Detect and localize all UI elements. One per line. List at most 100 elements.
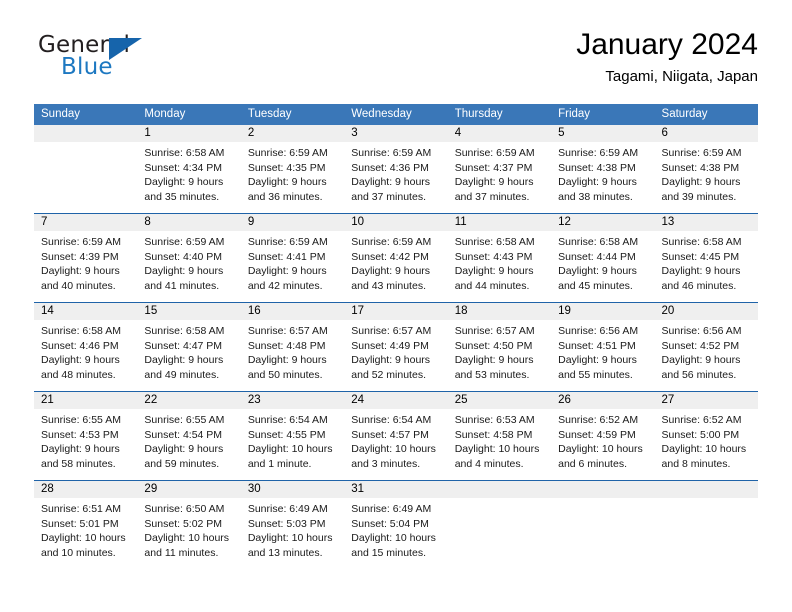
- daylight-text-line2: and 43 minutes.: [351, 279, 426, 292]
- daylight-text-line2: and 55 minutes.: [558, 368, 633, 381]
- sunrise-text: Sunrise: 6:57 AM: [351, 325, 432, 337]
- daylight-text-line2: and 15 minutes.: [351, 546, 426, 559]
- calendar-day-cell[interactable]: 17 Sunrise: 6:57 AM Sunset: 4:49 PM Dayligh…: [344, 302, 448, 392]
- daylight-text-line1: Daylight: 9 hours: [144, 443, 224, 455]
- sunrise-text: Sunrise: 6:51 AM: [41, 503, 121, 515]
- calendar-day-cell[interactable]: 14 Sunrise: 6:58 AM Sunset: 4:46 PM Dayligh…: [34, 302, 138, 392]
- calendar-week-row: 7 Sunrise: 6:59 AM Sunset: 4:39 PM Daylight…: [34, 213, 758, 303]
- sunset-text: Sunset: 4:53 PM: [41, 428, 119, 441]
- calendar-day-cell[interactable]: 11 Sunrise: 6:58 AM Sunset: 4:43 PM Dayligh…: [447, 213, 552, 303]
- calendar-day-cell[interactable]: 23 Sunrise: 6:54 AM Sunset: 4:55 PM Dayligh…: [240, 391, 345, 481]
- daylight-text-line1: Daylight: 9 hours: [351, 354, 431, 366]
- sunrise-text: Sunrise: 6:49 AM: [247, 503, 328, 515]
- sunrise-text: Sunrise: 6:59 AM: [351, 236, 432, 248]
- day-details: Sunrise: 6:59 AM Sunset: 4:40 PM Daylight:…: [137, 231, 240, 293]
- sunset-text: Sunset: 4:45 PM: [661, 250, 740, 263]
- day-details: Sunrise: 6:54 AM Sunset: 4:55 PM Daylight:…: [241, 409, 344, 471]
- day-number: 25: [447, 392, 552, 409]
- day-number: [654, 481, 758, 498]
- calendar-day-cell-empty: [551, 480, 655, 569]
- day-number: 10: [344, 214, 448, 231]
- day-number: 6: [654, 125, 758, 142]
- logo-text-blue: Blue: [61, 54, 113, 80]
- day-number: 18: [447, 303, 552, 320]
- calendar-day-cell[interactable]: 9 Sunrise: 6:59 AM Sunset: 4:41 PM Daylight…: [240, 213, 345, 303]
- calendar-week-row: 14 Sunrise: 6:58 AM Sunset: 4:46 PM Dayligh…: [34, 302, 758, 392]
- sunset-text: Sunset: 4:42 PM: [351, 250, 429, 263]
- day-cell-inner: 5 Sunrise: 6:59 AM Sunset: 4:38 PM Daylight…: [551, 125, 655, 213]
- daylight-text-line2: and 39 minutes.: [661, 190, 737, 203]
- weekday-header-sunday: Sunday: [34, 104, 138, 125]
- daylight-text-line1: Daylight: 9 hours: [661, 176, 741, 188]
- calendar-day-cell[interactable]: 15 Sunrise: 6:58 AM Sunset: 4:47 PM Dayligh…: [137, 302, 241, 392]
- weekday-header-monday: Monday: [137, 104, 241, 125]
- daylight-text-line2: and 52 minutes.: [351, 368, 426, 381]
- day-details: Sunrise: 6:56 AM Sunset: 4:51 PM Daylight:…: [551, 320, 654, 382]
- daylight-text-line1: Daylight: 9 hours: [454, 354, 534, 366]
- calendar-day-cell[interactable]: 31 Sunrise: 6:49 AM Sunset: 5:04 PM Dayligh…: [344, 480, 448, 569]
- sunset-text: Sunset: 5:03 PM: [247, 517, 326, 530]
- calendar-body: 1 Sunrise: 6:58 AM Sunset: 4:34 PM Daylight…: [34, 125, 758, 569]
- day-cell-inner: 15 Sunrise: 6:58 AM Sunset: 4:47 PM Dayligh…: [137, 303, 241, 391]
- sunrise-text: Sunrise: 6:56 AM: [558, 325, 639, 337]
- calendar-day-cell-empty: [654, 480, 758, 569]
- daylight-text-line2: and 3 minutes.: [351, 457, 421, 470]
- day-details: Sunrise: 6:54 AM Sunset: 4:57 PM Daylight:…: [344, 409, 447, 471]
- calendar-day-cell[interactable]: 13 Sunrise: 6:58 AM Sunset: 4:45 PM Dayligh…: [654, 213, 758, 303]
- day-cell-inner: 16 Sunrise: 6:57 AM Sunset: 4:48 PM Dayligh…: [240, 303, 345, 391]
- sunset-text: Sunset: 4:50 PM: [454, 339, 533, 352]
- calendar-day-cell[interactable]: 26 Sunrise: 6:52 AM Sunset: 4:59 PM Dayligh…: [551, 391, 655, 481]
- daylight-text-line1: Daylight: 9 hours: [558, 176, 637, 188]
- day-number: 7: [34, 214, 138, 231]
- calendar-week-row: 21 Sunrise: 6:55 AM Sunset: 4:53 PM Dayligh…: [34, 391, 758, 481]
- day-details: Sunrise: 6:52 AM Sunset: 4:59 PM Daylight:…: [551, 409, 654, 471]
- daylight-text-line2: and 46 minutes.: [661, 279, 737, 292]
- calendar-day-cell[interactable]: 22 Sunrise: 6:55 AM Sunset: 4:54 PM Dayligh…: [137, 391, 241, 481]
- sunrise-text: Sunrise: 6:54 AM: [351, 414, 432, 426]
- calendar-day-cell[interactable]: 24 Sunrise: 6:54 AM Sunset: 4:57 PM Dayligh…: [344, 391, 448, 481]
- sunrise-text: Sunrise: 6:57 AM: [247, 325, 328, 337]
- daylight-text-line1: Daylight: 9 hours: [41, 354, 120, 366]
- day-details: Sunrise: 6:51 AM Sunset: 5:01 PM Daylight:…: [34, 498, 137, 560]
- general-blue-logo[interactable]: General Blue: [34, 30, 284, 92]
- weekday-header-thursday: Thursday: [447, 104, 552, 125]
- weekday-header-wednesday: Wednesday: [344, 104, 448, 125]
- calendar-day-cell[interactable]: 19 Sunrise: 6:56 AM Sunset: 4:51 PM Dayligh…: [551, 302, 655, 392]
- sunset-text: Sunset: 4:46 PM: [41, 339, 119, 352]
- calendar-day-cell[interactable]: 3 Sunrise: 6:59 AM Sunset: 4:36 PM Daylight…: [344, 125, 448, 214]
- sunrise-text: Sunrise: 6:55 AM: [41, 414, 121, 426]
- sunrise-text: Sunrise: 6:57 AM: [454, 325, 535, 337]
- calendar-day-cell[interactable]: 30 Sunrise: 6:49 AM Sunset: 5:03 PM Dayligh…: [240, 480, 345, 569]
- calendar-day-cell[interactable]: 16 Sunrise: 6:57 AM Sunset: 4:48 PM Dayligh…: [240, 302, 345, 392]
- daylight-text-line1: Daylight: 9 hours: [351, 265, 431, 277]
- calendar-day-cell[interactable]: 2 Sunrise: 6:59 AM Sunset: 4:35 PM Daylight…: [240, 125, 345, 214]
- sunrise-text: Sunrise: 6:59 AM: [351, 147, 432, 159]
- calendar-header-row: Sunday Monday Tuesday Wednesday Thursday…: [34, 104, 758, 125]
- sunset-text: Sunset: 4:35 PM: [247, 161, 326, 174]
- calendar-day-cell[interactable]: 4 Sunrise: 6:59 AM Sunset: 4:37 PM Daylight…: [447, 125, 552, 214]
- day-number: 26: [551, 392, 655, 409]
- daylight-text-line1: Daylight: 10 hours: [558, 443, 643, 455]
- day-cell-inner: 23 Sunrise: 6:54 AM Sunset: 4:55 PM Dayligh…: [240, 392, 345, 480]
- day-details: Sunrise: 6:56 AM Sunset: 4:52 PM Daylight:…: [655, 320, 758, 382]
- calendar-day-cell[interactable]: 1 Sunrise: 6:58 AM Sunset: 4:34 PM Daylight…: [137, 125, 241, 214]
- calendar-day-cell[interactable]: 10 Sunrise: 6:59 AM Sunset: 4:42 PM Dayligh…: [344, 213, 448, 303]
- calendar-day-cell[interactable]: 29 Sunrise: 6:50 AM Sunset: 5:02 PM Dayligh…: [137, 480, 241, 569]
- calendar-day-cell[interactable]: 28 Sunrise: 6:51 AM Sunset: 5:01 PM Dayligh…: [34, 480, 138, 569]
- calendar-day-cell[interactable]: 21 Sunrise: 6:55 AM Sunset: 4:53 PM Dayligh…: [34, 391, 138, 481]
- calendar-day-cell[interactable]: 27 Sunrise: 6:52 AM Sunset: 5:00 PM Dayligh…: [654, 391, 758, 481]
- calendar-day-cell[interactable]: 20 Sunrise: 6:56 AM Sunset: 4:52 PM Dayligh…: [654, 302, 758, 392]
- calendar-day-cell[interactable]: 5 Sunrise: 6:59 AM Sunset: 4:38 PM Daylight…: [551, 125, 655, 214]
- sunset-text: Sunset: 4:57 PM: [351, 428, 429, 441]
- calendar-day-cell[interactable]: 25 Sunrise: 6:53 AM Sunset: 4:58 PM Dayligh…: [447, 391, 552, 481]
- calendar-day-cell[interactable]: 8 Sunrise: 6:59 AM Sunset: 4:40 PM Daylight…: [137, 213, 241, 303]
- day-number: 21: [34, 392, 138, 409]
- day-number: 11: [447, 214, 552, 231]
- day-cell-inner: 1 Sunrise: 6:58 AM Sunset: 4:34 PM Daylight…: [137, 125, 241, 213]
- calendar-day-cell[interactable]: 7 Sunrise: 6:59 AM Sunset: 4:39 PM Daylight…: [34, 213, 138, 303]
- day-cell-inner: [551, 481, 655, 569]
- calendar-week-row: 28 Sunrise: 6:51 AM Sunset: 5:01 PM Dayligh…: [34, 480, 758, 569]
- calendar-day-cell[interactable]: 18 Sunrise: 6:57 AM Sunset: 4:50 PM Dayligh…: [447, 302, 552, 392]
- calendar-day-cell[interactable]: 6 Sunrise: 6:59 AM Sunset: 4:38 PM Daylight…: [654, 125, 758, 214]
- calendar-day-cell[interactable]: 12 Sunrise: 6:58 AM Sunset: 4:44 PM Dayligh…: [551, 213, 655, 303]
